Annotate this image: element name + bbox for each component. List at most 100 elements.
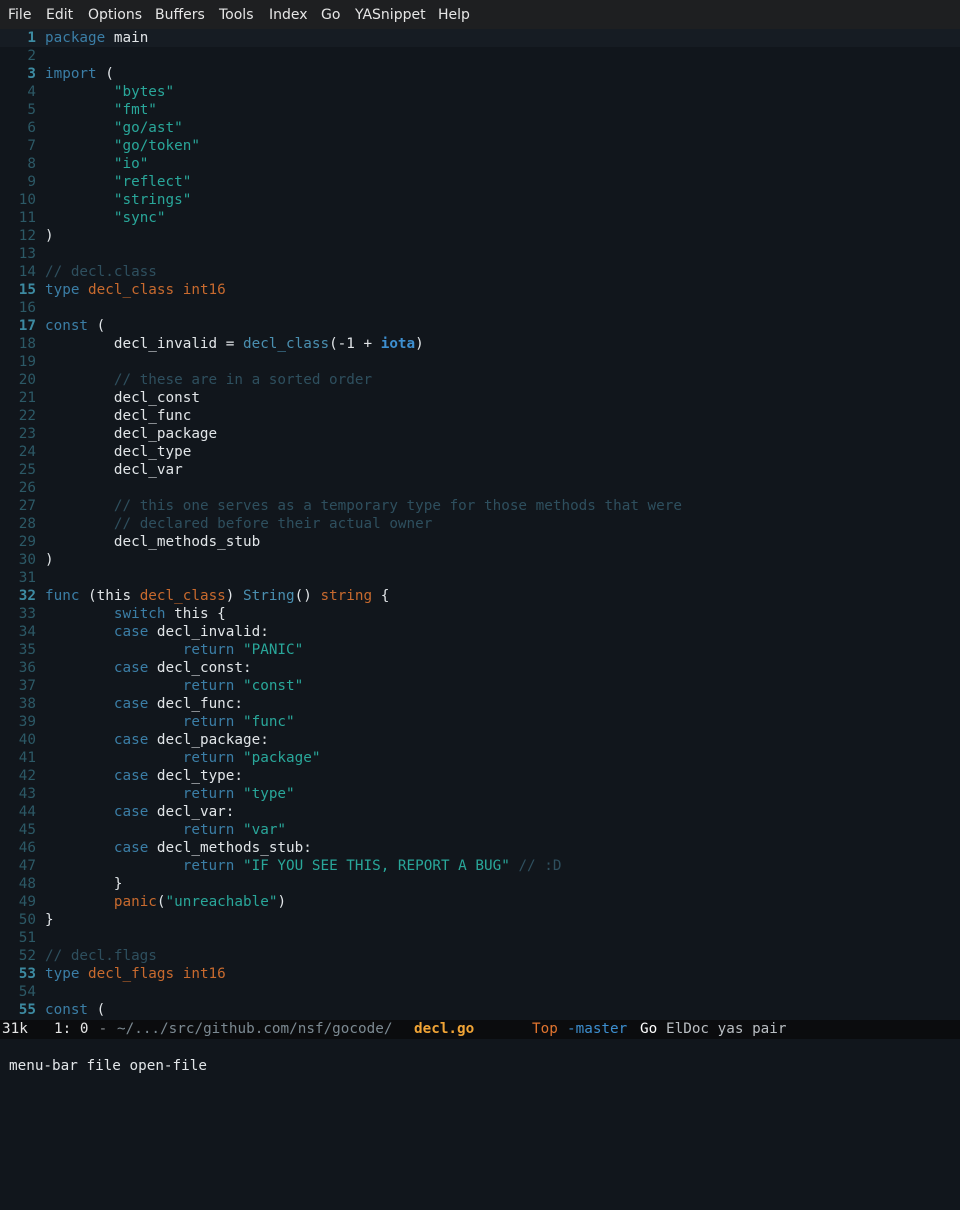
code-line[interactable]: 25 decl_var <box>0 461 960 479</box>
code-line[interactable]: 19 <box>0 353 960 371</box>
code-line[interactable]: 45 return "var" <box>0 821 960 839</box>
code-line[interactable]: 46 case decl_methods_stub: <box>0 839 960 857</box>
code-line[interactable]: 35 return "PANIC" <box>0 641 960 659</box>
code-line[interactable]: 32 func (this decl_class) String() string… <box>0 587 960 605</box>
code-token: decl_package <box>45 426 218 442</box>
code-token: "package" <box>243 750 321 766</box>
code-line[interactable]: 26 <box>0 479 960 497</box>
menu-buffers[interactable]: Buffers <box>155 7 205 23</box>
code-text: case decl_var: <box>45 803 235 821</box>
code-text: return "const" <box>45 677 304 695</box>
line-number: 44 <box>18 804 36 820</box>
menu-index[interactable]: Index <box>269 7 308 23</box>
code-line[interactable]: 11 "sync" <box>0 209 960 227</box>
code-line[interactable]: 9 "reflect" <box>0 173 960 191</box>
code-line[interactable]: 18 decl_invalid = decl_class(-1 + iota) <box>0 335 960 353</box>
code-line[interactable]: 28 // declared before their actual owner <box>0 515 960 533</box>
code-token: decl_const: <box>148 660 252 676</box>
code-line[interactable]: 50} <box>0 911 960 929</box>
code-line[interactable]: 34 case decl_invalid: <box>0 623 960 641</box>
code-line[interactable]: 43 return "type" <box>0 785 960 803</box>
code-text: "fmt" <box>45 101 157 119</box>
code-line[interactable]: 6 "go/ast" <box>0 119 960 137</box>
vc-branch[interactable]: -master <box>567 1020 627 1039</box>
code-line[interactable]: 30) <box>0 551 960 569</box>
code-text: // decl.class <box>45 263 157 281</box>
code-line[interactable]: 17 const ( <box>0 317 960 335</box>
code-token: "PANIC" <box>243 642 304 658</box>
code-text: "bytes" <box>45 83 174 101</box>
code-line[interactable]: 48 } <box>0 875 960 893</box>
code-line[interactable]: 12) <box>0 227 960 245</box>
code-line[interactable]: 23 decl_package <box>0 425 960 443</box>
code-line[interactable]: 41 return "package" <box>0 749 960 767</box>
code-line[interactable]: 31 <box>0 569 960 587</box>
code-line[interactable]: 38 case decl_func: <box>0 695 960 713</box>
code-token: case <box>113 732 149 748</box>
code-line[interactable]: 37 return "const" <box>0 677 960 695</box>
code-line[interactable]: 8 "io" <box>0 155 960 173</box>
code-token: "io" <box>113 156 149 172</box>
code-text: // decl.flags <box>45 947 157 965</box>
menu-yasnippet[interactable]: YASnippet <box>355 7 426 23</box>
code-line[interactable]: 20 // these are in a sorted order <box>0 371 960 389</box>
line-number: 4 <box>27 84 36 100</box>
menu-options[interactable]: Options <box>88 7 142 23</box>
major-mode[interactable]: Go <box>640 1020 657 1039</box>
code-token: this { <box>165 606 226 622</box>
line-number: 40 <box>18 732 36 748</box>
code-text: return "func" <box>45 713 295 731</box>
code-line[interactable]: 24 decl_type <box>0 443 960 461</box>
code-line[interactable]: 22 decl_func <box>0 407 960 425</box>
code-line[interactable]: 7 "go/token" <box>0 137 960 155</box>
code-line[interactable]: 29 decl_methods_stub <box>0 533 960 551</box>
code-text: decl_var <box>45 461 183 479</box>
file-name: decl.go <box>414 1021 475 1037</box>
code-text: const ( <box>45 1001 105 1019</box>
code-line[interactable]: 42 case decl_type: <box>0 767 960 785</box>
code-line[interactable]: 14 // decl.class <box>0 263 960 281</box>
code-line[interactable]: 21 decl_const <box>0 389 960 407</box>
code-token: decl_type: <box>148 768 243 784</box>
menu-tools[interactable]: Tools <box>219 7 254 23</box>
code-line[interactable]: 52 // decl.flags <box>0 947 960 965</box>
code-line[interactable]: 10 "strings" <box>0 191 960 209</box>
code-line[interactable]: 1 package main <box>0 29 960 47</box>
code-line[interactable]: 16 <box>0 299 960 317</box>
code-line[interactable]: 33 switch this { <box>0 605 960 623</box>
code-line[interactable]: 4 "bytes" <box>0 83 960 101</box>
code-line[interactable]: 53 type decl_flags int16 <box>0 965 960 983</box>
line-number: 2 <box>27 48 36 64</box>
code-line[interactable]: 47 return "IF YOU SEE THIS, REPORT A BUG… <box>0 857 960 875</box>
line-number: 47 <box>18 858 36 874</box>
code-line[interactable]: 51 <box>0 929 960 947</box>
line-number: 29 <box>18 534 36 550</box>
code-line[interactable]: 39 return "func" <box>0 713 960 731</box>
code-token: decl_type <box>45 444 192 460</box>
code-line[interactable]: 36 case decl_const: <box>0 659 960 677</box>
code-line[interactable]: 54 <box>0 983 960 1001</box>
code-line[interactable]: 40 case decl_package: <box>0 731 960 749</box>
cursor-position: 1: 0 <box>54 1021 89 1037</box>
code-line[interactable]: 5 "fmt" <box>0 101 960 119</box>
code-line[interactable]: 13 <box>0 245 960 263</box>
minibuffer[interactable]: menu-bar file open-file <box>0 1039 960 1074</box>
code-line[interactable]: 44 case decl_var: <box>0 803 960 821</box>
menu-file[interactable]: File <box>8 7 31 23</box>
code-token: (this <box>79 588 140 604</box>
code-line[interactable]: 2 <box>0 47 960 65</box>
code-line[interactable]: 27 // this one serves as a temporary typ… <box>0 497 960 515</box>
code-text: case decl_const: <box>45 659 252 677</box>
menu-go[interactable]: Go <box>321 7 340 23</box>
minor-modes[interactable]: ElDoc yas pair <box>666 1020 787 1039</box>
code-line[interactable]: 49 panic("unreachable") <box>0 893 960 911</box>
menu-help[interactable]: Help <box>438 7 470 23</box>
menu-edit[interactable]: Edit <box>46 7 73 23</box>
code-line[interactable]: 15 type decl_class int16 <box>0 281 960 299</box>
editor-buffer[interactable]: 1 package main 2 3 import (4 "bytes" 5 "fmt" 6… <box>0 29 960 1019</box>
code-line[interactable]: 55 const ( <box>0 1001 960 1019</box>
code-line[interactable]: 3 import ( <box>0 65 960 83</box>
